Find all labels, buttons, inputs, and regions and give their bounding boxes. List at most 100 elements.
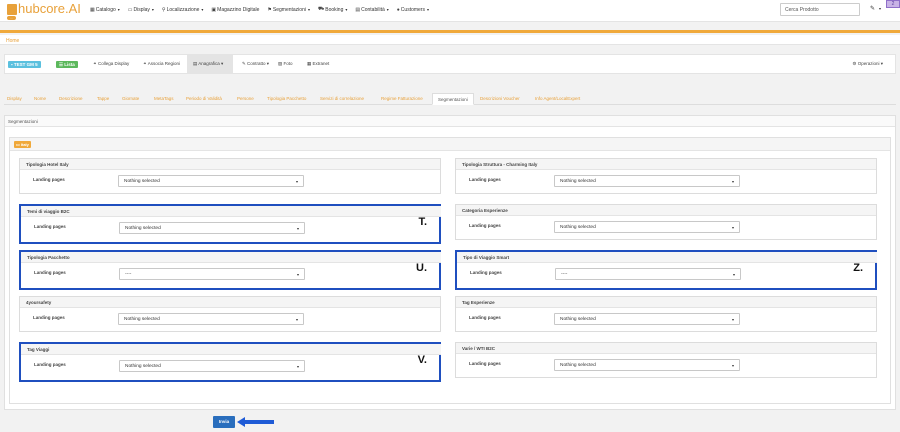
italy-section-header: ▭ Italy bbox=[10, 138, 890, 151]
tab-regime-fatturazione[interactable]: Regime Fatturazione bbox=[381, 96, 423, 101]
landing-pages-select[interactable]: Nothing selected ▾ bbox=[554, 359, 740, 371]
caret-down-icon: ▾ bbox=[731, 363, 734, 368]
annotation-letter: V. bbox=[417, 354, 427, 366]
field-title: Tipologia Hotel Italy bbox=[26, 162, 69, 167]
caret-down-icon: ▾ bbox=[879, 61, 883, 66]
landing-pages-select[interactable]: Nothing selected ▾ bbox=[118, 175, 304, 187]
accent-bar bbox=[0, 30, 900, 33]
field-label: Landing pages bbox=[469, 361, 501, 366]
field-categoria-esperienze: Categoria Esperienze Landing pages Nothi… bbox=[455, 204, 877, 240]
product-search-input[interactable]: Cerca Prodotto bbox=[780, 3, 860, 16]
field-label: Landing pages bbox=[469, 315, 501, 320]
nav-customers[interactable]: ● Customers ▾ bbox=[397, 6, 429, 13]
nav-contabilita[interactable]: ▤ Contabilità ▾ bbox=[355, 6, 388, 13]
annotation-letter: U. bbox=[416, 262, 427, 274]
field-tag-viaggi: Tag Viaggi Landing pages Nothing selecte… bbox=[19, 342, 441, 382]
nav-display[interactable]: ▭ Display ▾ bbox=[128, 6, 154, 13]
nav-catalogo[interactable]: ▦ Catalogo ▾ bbox=[90, 6, 120, 13]
field-title: Tag Esperienze bbox=[462, 300, 495, 305]
main-nav: ▦ Catalogo ▾ ▭ Display ▾ ⚲ Localizzazione ▾ ▣ M… bbox=[90, 6, 437, 13]
caret-down-icon: ▾ bbox=[117, 7, 120, 12]
env-badge: ... bbox=[7, 16, 16, 20]
tab-giornate[interactable]: Giornate bbox=[122, 96, 139, 101]
tab-periodo-validita[interactable]: Periodo di Validità bbox=[186, 96, 222, 101]
caret-down-icon[interactable]: ▾ bbox=[879, 6, 881, 11]
field-tag-esperienze: Tag Esperienze Landing pages Nothing sel… bbox=[455, 296, 877, 332]
field-label: Landing pages bbox=[469, 177, 501, 182]
nav-segmentazioni[interactable]: ⚑ Segmentazioni ▾ bbox=[267, 6, 310, 13]
caret-down-icon: ▾ bbox=[307, 7, 310, 12]
product-toolbar: ▪ TEST GM 5 ☰ Lista ⚭ Collega Display ⚭ … bbox=[4, 54, 896, 74]
field-tipologia-hotel-italy: Tipologia Hotel Italy Landing pages Noth… bbox=[19, 158, 441, 194]
landing-pages-select[interactable]: Nothing selected ▾ bbox=[119, 360, 305, 372]
collega-display-button[interactable]: ⚭ Collega Display bbox=[93, 61, 129, 67]
nav-magazzino[interactable]: ▣ Magazzino Digitale bbox=[211, 6, 259, 13]
tab-persone[interactable]: Persone bbox=[237, 96, 254, 101]
caret-down-icon: ▾ bbox=[731, 179, 734, 184]
tab-info-agent[interactable]: Info Agent/LocalExpert bbox=[535, 96, 580, 101]
operazioni-dropdown[interactable]: ⚙ Operazioni ▾ bbox=[852, 61, 883, 67]
anagrafica-dropdown[interactable]: ▤ Anagrafica ▾ bbox=[193, 61, 223, 67]
tab-display[interactable]: Display bbox=[7, 96, 22, 101]
top-navbar: hubcore.AI ... ▦ Catalogo ▾ ▭ Display ▾ ⚲ Loc… bbox=[0, 0, 900, 22]
field-label: Landing pages bbox=[33, 177, 65, 182]
nav-localizzazione[interactable]: ⚲ Localizzazione ▾ bbox=[162, 6, 204, 13]
landing-pages-select[interactable]: ---- ▾ bbox=[119, 268, 305, 280]
field-varie-wti-b2c: Varie / WTI B2C Landing pages Nothing se… bbox=[455, 342, 877, 378]
caret-down-icon: ▾ bbox=[426, 7, 429, 12]
caret-down-icon: ▾ bbox=[386, 7, 389, 12]
landing-pages-select[interactable]: Nothing selected ▾ bbox=[119, 222, 305, 234]
field-label: Landing pages bbox=[470, 270, 502, 275]
panel-title: Segmentazioni bbox=[8, 119, 38, 124]
landing-pages-select[interactable]: Nothing selected ▾ bbox=[554, 221, 740, 233]
landing-pages-select[interactable]: ---- ▾ bbox=[555, 268, 741, 280]
invia-button[interactable]: Invia bbox=[213, 416, 235, 428]
contratto-dropdown[interactable]: ✎ Contratto ▾ bbox=[242, 61, 269, 67]
tab-tipologia-pacchetto[interactable]: Tipologia Pacchetto bbox=[267, 96, 306, 101]
field-title: Tipo di Viaggio Smart bbox=[463, 255, 510, 260]
caret-down-icon: ▾ bbox=[296, 226, 299, 231]
breadcrumb-home-link[interactable]: Home bbox=[6, 38, 19, 44]
caret-down-icon: ▾ bbox=[265, 61, 270, 66]
tab-descrizione[interactable]: Descrizione bbox=[59, 96, 83, 101]
tab-nome[interactable]: Nome bbox=[34, 96, 46, 101]
field-temi-viaggio-b2c: Temi di viaggio B2C Landing pages Nothin… bbox=[19, 204, 441, 244]
wrench-icon[interactable]: ✎ bbox=[870, 5, 875, 12]
field-tipologia-struttura-charming: Tipologia Struttura - Charming Italy Lan… bbox=[455, 158, 877, 194]
tab-segmentazioni[interactable]: Segmentazioni bbox=[432, 93, 474, 105]
field-title: Tag Viaggi bbox=[27, 347, 50, 352]
caret-down-icon: ▾ bbox=[295, 179, 298, 184]
caret-down-icon: ▾ bbox=[731, 317, 734, 322]
tab-tappe[interactable]: Tappe bbox=[97, 96, 109, 101]
caret-down-icon: ▾ bbox=[219, 61, 224, 66]
tab-metatags[interactable]: MetaTags bbox=[154, 96, 174, 101]
caret-down-icon: ▾ bbox=[732, 272, 735, 277]
segmentazioni-panel: Segmentazioni ▭ Italy Tipologia Hotel It… bbox=[4, 115, 896, 410]
caret-down-icon: ▾ bbox=[731, 225, 734, 230]
logo[interactable]: hubcore.AI bbox=[7, 2, 81, 16]
tab-bar: Display Nome Descrizione Tappe Giornate … bbox=[4, 93, 896, 105]
landing-pages-select[interactable]: Nothing selected ▾ bbox=[554, 313, 740, 325]
landing-pages-select[interactable]: Nothing selected ▾ bbox=[118, 313, 304, 325]
list-button[interactable]: ☰ Lista bbox=[56, 61, 78, 68]
box-icon: ▣ bbox=[211, 6, 217, 13]
tab-servizi-correlazione[interactable]: Servizi di correlazione bbox=[320, 96, 364, 101]
italy-badge: ▭ Italy bbox=[14, 141, 31, 148]
pin-icon: ⚲ bbox=[161, 6, 166, 13]
user-icon: ● bbox=[396, 6, 400, 13]
caret-down-icon: ▾ bbox=[296, 272, 299, 277]
tab-descrizioni-voucher[interactable]: Descrizioni Voucher bbox=[480, 96, 520, 101]
caret-down-icon: ▾ bbox=[345, 7, 348, 12]
foto-button[interactable]: ▨ Foto bbox=[278, 61, 293, 67]
field-title: 4yoursafety bbox=[26, 300, 52, 305]
product-code-badge[interactable]: ▪ TEST GM 5 bbox=[8, 61, 41, 68]
field-label: Landing pages bbox=[34, 362, 66, 367]
corner-badge: 2 bbox=[886, 0, 900, 8]
tag-icon: ⚑ bbox=[267, 6, 272, 13]
landing-pages-select[interactable]: Nothing selected ▾ bbox=[554, 175, 740, 187]
arrow-left-icon bbox=[237, 417, 274, 427]
extranet-button[interactable]: ▦ Extranet bbox=[307, 61, 329, 67]
field-title: Tipologia Struttura - Charming Italy bbox=[462, 162, 538, 167]
associa-regioni-button[interactable]: ⚭ Associa Regioni bbox=[143, 61, 180, 67]
nav-booking[interactable]: ⛟ Booking ▾ bbox=[318, 6, 347, 13]
